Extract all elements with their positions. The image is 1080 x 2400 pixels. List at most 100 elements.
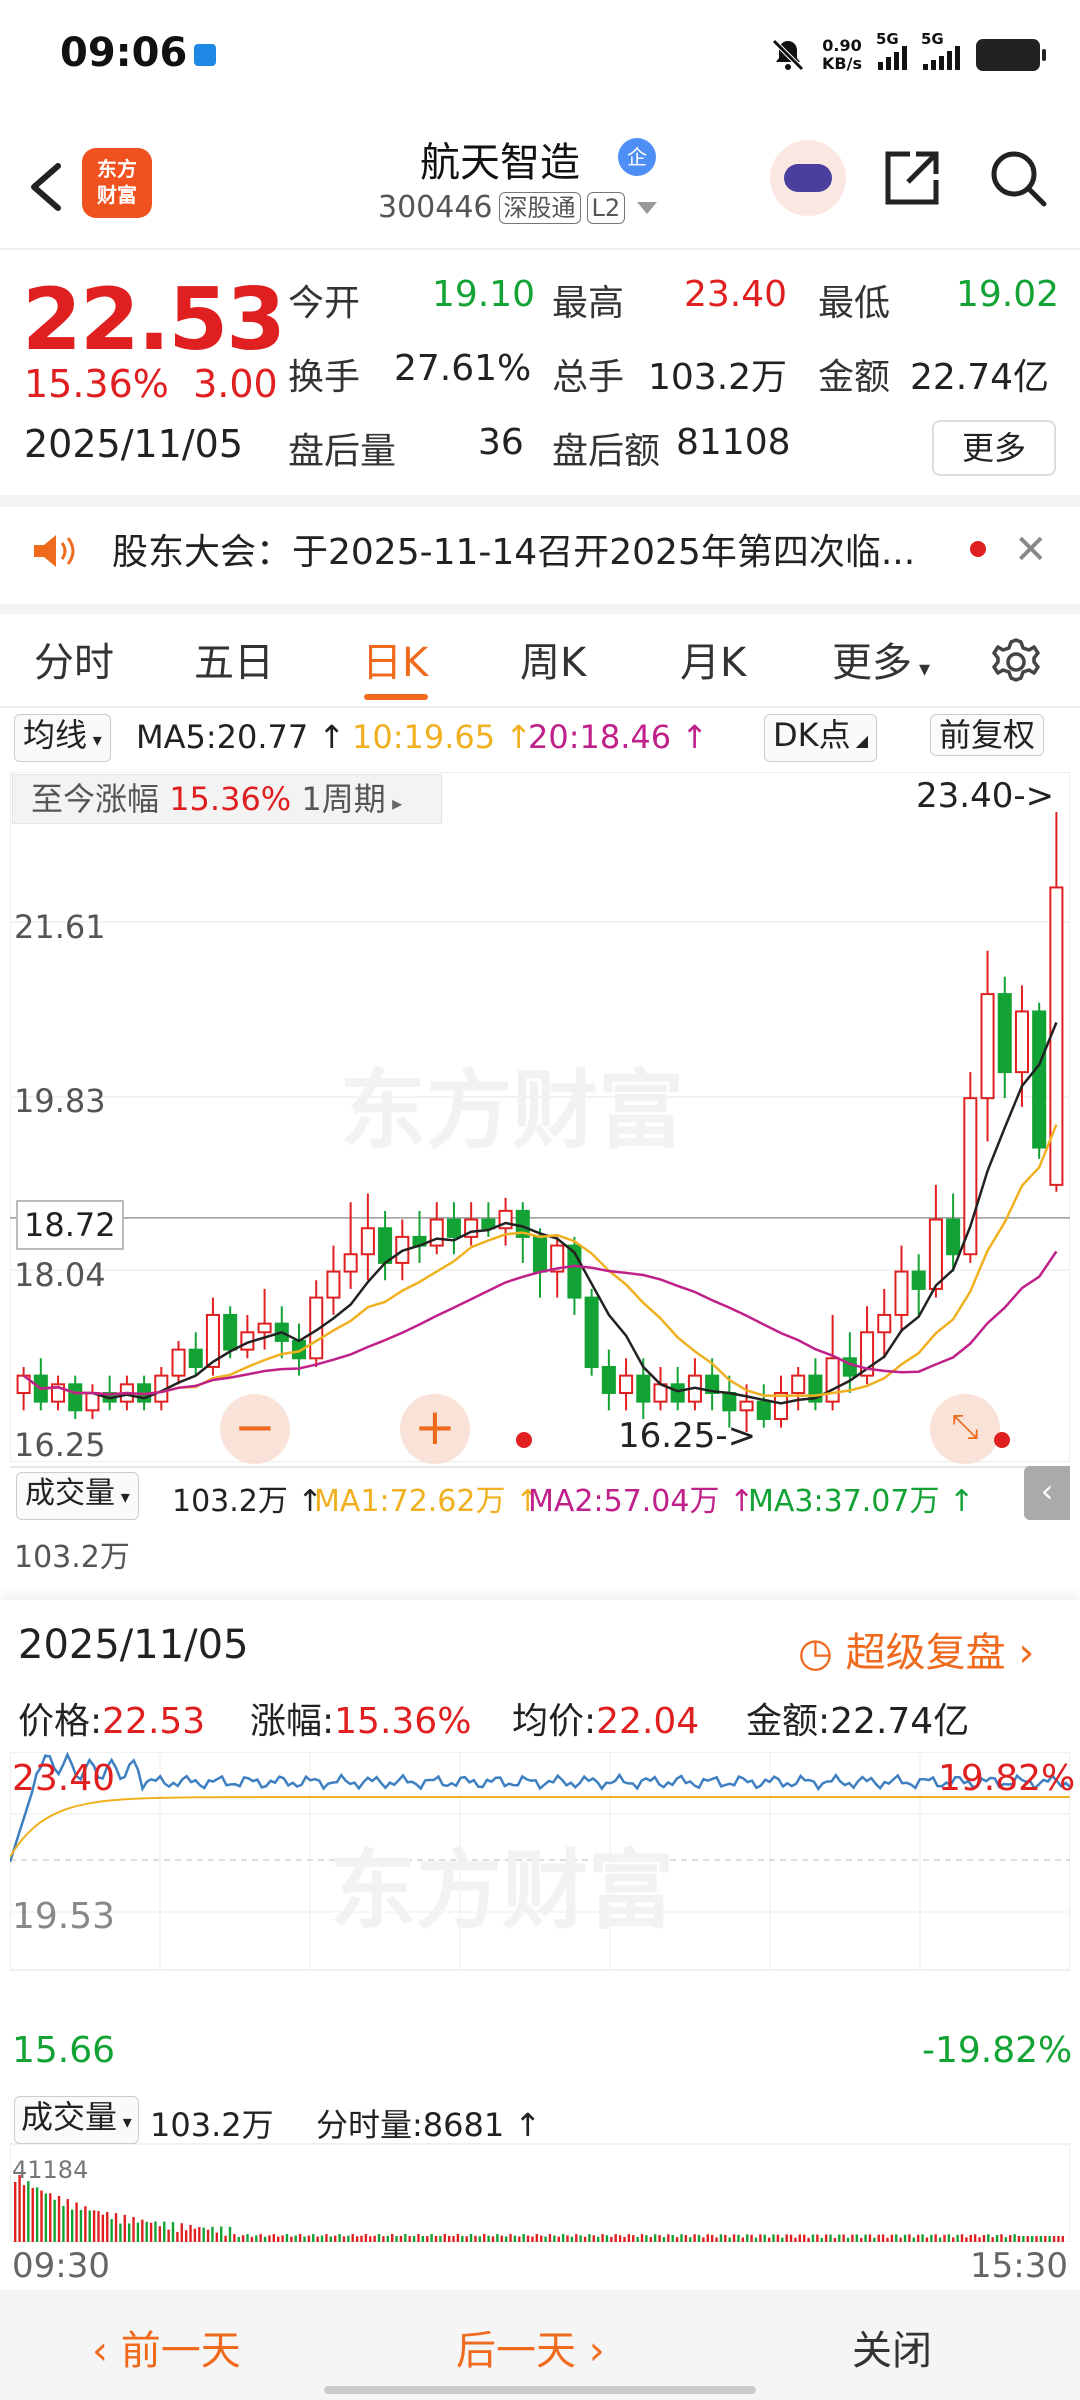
candle-body[interactable]	[343, 1253, 358, 1273]
intraday-volume-bar	[1030, 2236, 1034, 2242]
close-icon[interactable]: ✕	[1014, 527, 1048, 573]
vol-selector[interactable]: 成交量 ▾	[16, 1472, 139, 1520]
tab-intraday[interactable]: 分时	[34, 630, 114, 688]
candle-body[interactable]	[997, 993, 1012, 1074]
candle-body[interactable]	[601, 1365, 616, 1394]
candle-body[interactable]	[911, 1270, 926, 1290]
share-icon[interactable]	[880, 146, 944, 210]
min-price-marker: 16.25->	[618, 1416, 757, 1456]
intraday-volume-bar	[386, 2235, 389, 2242]
zoom-in-button[interactable]: +	[400, 1394, 470, 1464]
candle-body[interactable]	[85, 1391, 100, 1412]
intraday-volume-bar	[149, 2222, 153, 2242]
back-arrow-icon[interactable]	[20, 152, 80, 222]
close-button[interactable]: 关闭	[852, 2318, 932, 2376]
intraday-volume-bar	[1017, 2236, 1021, 2242]
candle-body[interactable]	[636, 1374, 651, 1403]
home-indicator[interactable]	[324, 2386, 756, 2394]
candle-body[interactable]	[481, 1218, 496, 1230]
range-change-box[interactable]: 至今涨幅 15.36% 1周期 ▸	[12, 774, 442, 824]
tab-five-day[interactable]: 五日	[194, 630, 274, 688]
candle-body[interactable]	[360, 1227, 375, 1256]
intraday-volume-bar	[75, 2202, 78, 2242]
candle-body[interactable]	[378, 1227, 393, 1264]
candle-body[interactable]	[619, 1374, 634, 1394]
intraday-volume-bar	[816, 2234, 819, 2242]
ma-indicator-bar: 均线 ▾ MA5:20.77 ↑ 10:19.65 ↑ 20:18.46 ↑ D…	[0, 710, 1080, 762]
fullscreen-icon[interactable]: ⤡	[930, 1394, 1000, 1464]
more-quote-button[interactable]: 更多	[932, 420, 1056, 476]
candle-body[interactable]	[188, 1348, 203, 1368]
candle-body[interactable]	[446, 1218, 461, 1238]
candle-body[interactable]	[68, 1383, 83, 1412]
intraday-volume-bar	[592, 2235, 595, 2242]
intraday-volume-bar	[921, 2234, 924, 2242]
candle-body[interactable]	[257, 1322, 272, 1334]
super-replay-button[interactable]: ◷ 超级复盘 ›	[798, 1620, 1034, 1678]
candle-body[interactable]	[877, 1313, 892, 1334]
change-line: 15.36% 3.00	[24, 362, 278, 406]
intraday-volume-bar	[728, 2237, 731, 2242]
intraday-volume-bar	[49, 2193, 52, 2242]
intraday-volume-bar	[675, 2237, 679, 2242]
candle-body[interactable]	[791, 1374, 806, 1394]
tab-daily-k[interactable]: 日K	[362, 630, 428, 688]
candle-body[interactable]	[171, 1348, 186, 1377]
intraday-volume-bar	[522, 2234, 525, 2242]
tab-weekly-k[interactable]: 周K	[520, 630, 586, 688]
candle-body[interactable]	[1014, 1010, 1029, 1074]
adjust-button[interactable]: 前复权	[930, 714, 1045, 756]
collapse-arrow-icon[interactable]: ‹	[1024, 1466, 1070, 1520]
ai-assistant-icon[interactable]	[770, 140, 846, 216]
gear-icon[interactable]	[988, 634, 1044, 690]
candle-body[interactable]	[773, 1391, 789, 1420]
high-value: 23.40	[684, 274, 788, 315]
eastmoney-logo[interactable]: 东方 财富	[82, 148, 152, 218]
next-day-button[interactable]: 后一天 ›	[456, 2318, 605, 2376]
candle-body[interactable]	[963, 1097, 978, 1256]
clock: 09:06	[60, 30, 188, 76]
stock-code-line[interactable]: 300446 深股通 L2	[378, 190, 658, 225]
candle-body[interactable]	[946, 1218, 961, 1256]
intraday-volume-bar	[1039, 2236, 1043, 2242]
intraday-volume-bar	[206, 2229, 210, 2242]
kline-chart[interactable]: 至今涨幅 15.36% 1周期 ▸ 23.40-> 21.61 19.83 18…	[9, 771, 1071, 1773]
intraday-volume-bar	[789, 2234, 793, 2242]
candle-body[interactable]	[326, 1270, 341, 1299]
candle-body[interactable]	[429, 1218, 444, 1247]
intraday-volume-bar	[364, 2234, 368, 2242]
zoom-out-button[interactable]: −	[220, 1394, 290, 1464]
intraday-volume-bar	[930, 2234, 933, 2242]
candle-body[interactable]	[722, 1391, 737, 1412]
intraday-volume-bar	[27, 2181, 30, 2242]
event-dot[interactable]	[994, 1432, 1010, 1448]
tab-monthly-k[interactable]: 月K	[680, 630, 746, 688]
intraday-vol-selector[interactable]: 成交量 ▾	[14, 2096, 139, 2144]
candle-body[interactable]	[756, 1400, 771, 1420]
ma-selector[interactable]: 均线 ▾	[14, 714, 111, 762]
candle-body[interactable]	[223, 1313, 238, 1351]
intraday-volume-bar	[824, 2234, 828, 2242]
event-dot[interactable]	[516, 1432, 532, 1448]
candle-body[interactable]	[894, 1270, 909, 1316]
quote-panel: 22.53 15.36% 3.00 2025/11/05 今开 19.10 最高…	[0, 250, 1080, 495]
network-speed: 0.90 KB/s	[822, 36, 862, 73]
candle-body[interactable]	[928, 1218, 943, 1290]
search-icon[interactable]	[986, 146, 1050, 210]
prev-day-button[interactable]: ‹ 前一天	[92, 2318, 241, 2376]
intraday-volume-bar	[250, 2236, 254, 2242]
notice-bar[interactable]: 股东大会：于2025-11-14召开2025年第四次临... ✕	[0, 497, 1080, 601]
candle-body[interactable]	[980, 993, 995, 1100]
candle-body[interactable]	[825, 1357, 840, 1403]
dk-point-button[interactable]: DK点 ◢	[764, 714, 878, 762]
intraday-volume-bar	[706, 2234, 709, 2242]
intraday-volume-bar	[912, 2237, 915, 2242]
intraday-volume-bar	[456, 2234, 460, 2242]
candle-body[interactable]	[1032, 1010, 1047, 1149]
intraday-volume-bar	[1052, 2236, 1056, 2242]
tab-more[interactable]: 更多 ▾	[832, 630, 930, 688]
candle-body[interactable]	[670, 1383, 685, 1403]
candle-body[interactable]	[532, 1235, 548, 1273]
candle-body[interactable]	[739, 1400, 754, 1412]
candle-body[interactable]	[584, 1296, 599, 1368]
